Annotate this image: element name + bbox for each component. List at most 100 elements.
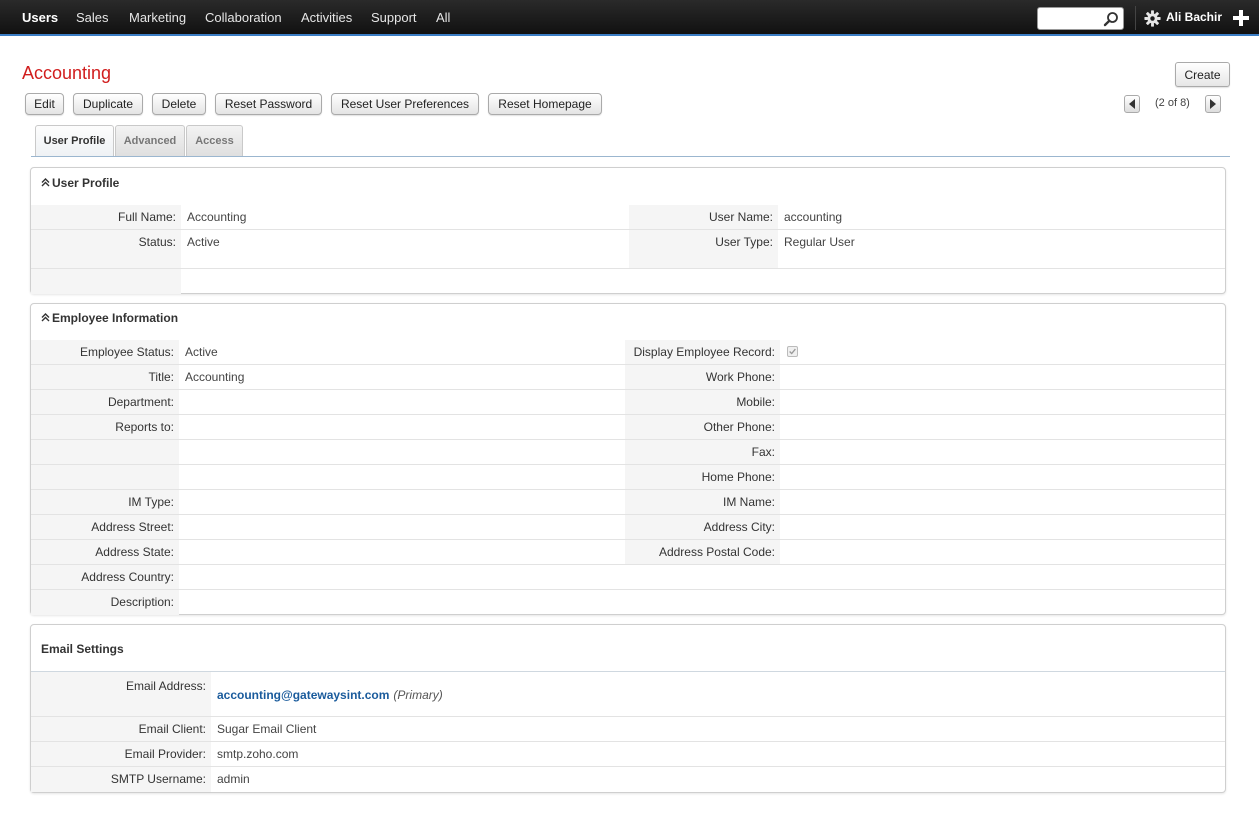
empty-label xyxy=(31,269,181,294)
reset-password-button[interactable]: Reset Password xyxy=(215,93,322,115)
plus-icon[interactable] xyxy=(1232,9,1250,27)
detail-row: Title: Accounting Work Phone: xyxy=(31,365,1225,390)
reset-user-preferences-button[interactable]: Reset User Preferences xyxy=(331,93,479,115)
fax-label: Fax: xyxy=(625,440,780,464)
reset-homepage-button[interactable]: Reset Homepage xyxy=(488,93,602,115)
detail-row: Status: Active User Type: Regular User xyxy=(31,230,1225,269)
detail-row: SMTP Username: admin xyxy=(31,767,1225,792)
user-profile-panel-header[interactable]: User Profile xyxy=(41,176,119,190)
user-profile-panel: User Profile Full Name: Accounting User … xyxy=(30,167,1226,294)
full-name-value: Accounting xyxy=(187,210,247,224)
arrow-right-icon xyxy=(1210,99,1216,109)
detail-row: Reports to: Other Phone: xyxy=(31,415,1225,440)
detail-row: Email Provider: smtp.zoho.com xyxy=(31,742,1225,767)
nav-item-sales[interactable]: Sales xyxy=(76,10,109,25)
user-profile-panel-title: User Profile xyxy=(52,176,120,190)
detail-row: Department: Mobile: xyxy=(31,390,1225,415)
email-address-value: accounting@gatewaysint.com (Primary) xyxy=(211,672,1225,716)
nav-item-all[interactable]: All xyxy=(436,10,450,25)
status-label: Status: xyxy=(31,230,181,268)
department-label: Department: xyxy=(31,390,179,414)
title-label: Title: xyxy=(31,365,179,389)
tab-divider xyxy=(31,156,1230,157)
nav-item-collaboration[interactable]: Collaboration xyxy=(205,10,282,25)
detail-row xyxy=(31,269,1225,294)
employee-panel-title: Employee Information xyxy=(52,311,179,325)
employee-status-label: Employee Status: xyxy=(31,340,179,364)
duplicate-button[interactable]: Duplicate xyxy=(73,93,143,115)
detail-row: Employee Status: Active Display Employee… xyxy=(31,340,1225,365)
user-type-label: User Type: xyxy=(629,230,778,268)
email-provider-value: smtp.zoho.com xyxy=(217,747,299,761)
email-provider-label: Email Provider: xyxy=(31,742,211,766)
mobile-label: Mobile: xyxy=(625,390,780,414)
detail-row: Description: xyxy=(31,590,1225,615)
nav-item-users[interactable]: Users xyxy=(22,10,58,25)
display-employee-record-value xyxy=(780,340,1225,364)
email-client-value: Sugar Email Client xyxy=(217,722,317,736)
home-phone-label: Home Phone: xyxy=(625,465,780,489)
detail-row: Address State: Address Postal Code: xyxy=(31,540,1225,565)
address-street-label: Address Street: xyxy=(31,515,179,539)
status-value: Active xyxy=(187,235,220,249)
global-search-input[interactable] xyxy=(1037,7,1124,30)
primary-tag: (Primary) xyxy=(393,688,443,702)
smtp-username-value: admin xyxy=(217,772,250,786)
full-name-label: Full Name: xyxy=(31,205,181,229)
im-name-label: IM Name: xyxy=(625,490,780,514)
nav-item-activities[interactable]: Activities xyxy=(301,10,352,25)
create-button[interactable]: Create xyxy=(1175,62,1230,87)
display-employee-record-label: Display Employee Record: xyxy=(625,340,780,364)
tab-access[interactable]: Access xyxy=(186,125,243,157)
other-phone-label: Other Phone: xyxy=(625,415,780,439)
address-country-label: Address Country: xyxy=(31,565,179,589)
arrow-left-icon xyxy=(1129,99,1135,109)
collapse-chevron-icon xyxy=(41,178,50,187)
detail-row: Address Country: xyxy=(31,565,1225,590)
pager-count: (2 of 8) xyxy=(1155,97,1190,109)
address-state-label: Address State: xyxy=(31,540,179,564)
current-user-menu[interactable]: Ali Bachir xyxy=(1166,10,1222,24)
user-name-label: User Name: xyxy=(629,205,778,229)
empty-label xyxy=(31,465,179,489)
user-name-value: accounting xyxy=(784,210,843,224)
employee-information-panel: Employee Information Employee Status: Ac… xyxy=(30,303,1226,615)
title-value: Accounting xyxy=(185,370,245,384)
employee-panel-header[interactable]: Employee Information xyxy=(41,311,178,325)
detail-row: IM Type: IM Name: xyxy=(31,490,1225,515)
collapse-chevron-icon xyxy=(41,313,50,322)
next-record-button[interactable] xyxy=(1205,95,1221,113)
work-phone-label: Work Phone: xyxy=(625,365,780,389)
empty-label xyxy=(31,440,179,464)
email-address-link[interactable]: accounting@gatewaysint.com xyxy=(217,688,389,702)
detail-row: Email Address: accounting@gatewaysint.co… xyxy=(31,672,1225,717)
smtp-username-label: SMTP Username: xyxy=(31,767,211,792)
email-settings-panel: Email Settings Email Address: accounting… xyxy=(30,624,1226,793)
previous-record-button[interactable] xyxy=(1124,95,1140,113)
page-title: Accounting xyxy=(22,63,112,83)
detail-row: Email Client: Sugar Email Client xyxy=(31,717,1225,742)
detail-row: Fax: xyxy=(31,440,1225,465)
edit-button[interactable]: Edit xyxy=(25,93,64,115)
email-address-label: Email Address: xyxy=(31,672,211,716)
tab-user-profile[interactable]: User Profile xyxy=(35,125,114,157)
detail-row: Home Phone: xyxy=(31,465,1225,490)
search-icon[interactable] xyxy=(1103,11,1119,27)
employee-status-value: Active xyxy=(185,345,218,359)
tab-advanced[interactable]: Advanced xyxy=(115,125,185,157)
email-settings-title: Email Settings xyxy=(41,642,124,656)
nav-item-marketing[interactable]: Marketing xyxy=(129,10,186,25)
description-label: Description: xyxy=(31,590,179,615)
address-city-label: Address City: xyxy=(625,515,780,539)
gear-icon[interactable] xyxy=(1144,10,1161,27)
top-navigation-bar: Users Sales Marketing Collaboration Acti… xyxy=(0,0,1259,36)
display-employee-record-checkbox[interactable] xyxy=(787,346,798,357)
email-client-label: Email Client: xyxy=(31,717,211,741)
address-postal-code-label: Address Postal Code: xyxy=(625,540,780,564)
im-type-label: IM Type: xyxy=(31,490,179,514)
nav-divider xyxy=(1135,6,1136,30)
delete-button[interactable]: Delete xyxy=(152,93,206,115)
user-type-value: Regular User xyxy=(784,235,855,249)
detail-row: Address Street: Address City: xyxy=(31,515,1225,540)
nav-item-support[interactable]: Support xyxy=(371,10,417,25)
